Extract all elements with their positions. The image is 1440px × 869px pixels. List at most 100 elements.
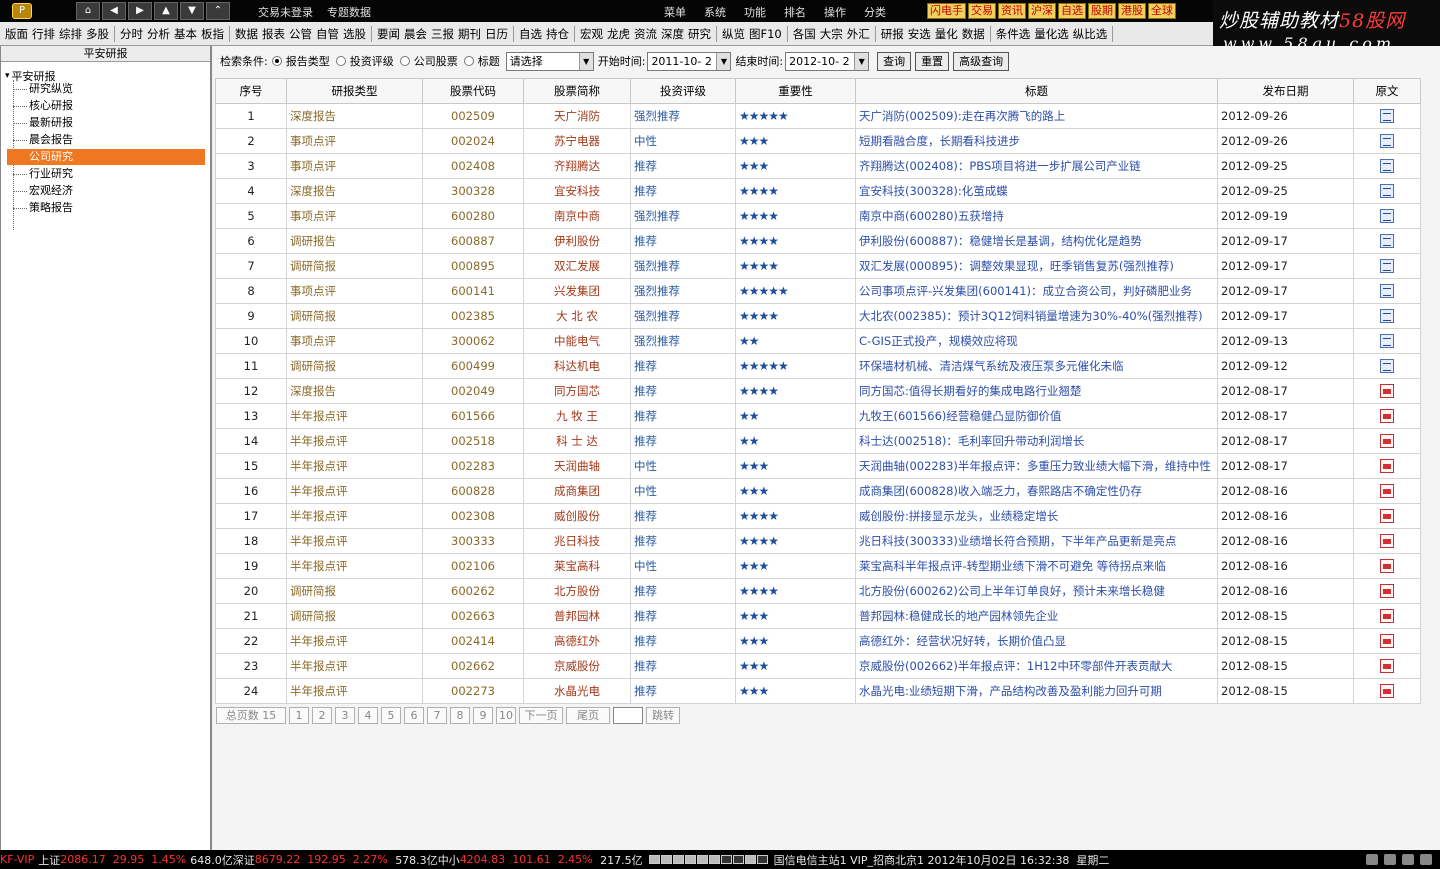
toolbar-button[interactable]: 板指 bbox=[201, 26, 224, 42]
report-type[interactable]: 事项点评 bbox=[286, 278, 423, 304]
report-title[interactable]: 环保墙材机械、清洁煤气系统及液压泵多元催化未临 bbox=[855, 353, 1218, 379]
original-doc-cell[interactable] bbox=[1353, 228, 1421, 254]
toolbar-button[interactable]: 基本 bbox=[174, 26, 197, 42]
server-info[interactable]: 国信电信主站1 VIP_招商北京1 bbox=[774, 852, 924, 868]
radio-circle[interactable] bbox=[399, 56, 410, 66]
report-title[interactable]: 莱宝高科半年报点评-转型期业绩下滑不可避免 等待拐点来临 bbox=[855, 553, 1218, 579]
original-doc-cell[interactable] bbox=[1353, 353, 1421, 379]
report-title[interactable]: 水晶光电:业绩短期下滑，产品结构改善及盈利能力回升可期 bbox=[855, 678, 1218, 704]
toolbar-button[interactable]: 宏观 bbox=[580, 26, 603, 42]
sz-label[interactable]: 深证 bbox=[233, 852, 255, 868]
stock-name[interactable]: 南京中商 bbox=[523, 203, 631, 229]
mail-icon[interactable] bbox=[1366, 854, 1378, 865]
quick-tag[interactable]: 交易 bbox=[968, 3, 996, 19]
original-doc-cell[interactable] bbox=[1353, 503, 1421, 529]
tree-item[interactable]: 行业研究 bbox=[13, 166, 73, 182]
table-row[interactable]: 7 调研简报 000895 双汇发展 强烈推荐 ★★★★ 双汇发展(000895)：调整效果… bbox=[215, 253, 1421, 279]
pdf-icon[interactable] bbox=[1380, 384, 1394, 399]
table-row[interactable]: 15 半年报点评 002283 天润曲轴 中性 ★★★ 天润曲轴(002283)半年报点评：… bbox=[215, 453, 1421, 479]
toolbar-button[interactable]: 日历 bbox=[485, 26, 508, 42]
stock-name[interactable]: 京威股份 bbox=[523, 653, 631, 679]
document-icon[interactable] bbox=[1380, 234, 1394, 249]
toolbar-button[interactable]: 持仓 bbox=[546, 26, 569, 42]
tree-item[interactable]: 晨会报告 bbox=[13, 132, 73, 148]
pdf-icon[interactable] bbox=[1380, 534, 1394, 549]
document-icon[interactable] bbox=[1380, 359, 1394, 374]
toolbar-button[interactable]: 深度 bbox=[661, 26, 684, 42]
report-title[interactable]: 兆日科技(300333)业绩增长符合预期，下半年产品更新是亮点 bbox=[855, 528, 1218, 554]
original-doc-cell[interactable] bbox=[1353, 628, 1421, 654]
original-doc-cell[interactable] bbox=[1353, 478, 1421, 504]
document-icon[interactable] bbox=[1380, 309, 1394, 324]
tree-item[interactable]: 公司研究 bbox=[7, 149, 205, 165]
toolbar-button[interactable]: 数据 bbox=[962, 26, 985, 42]
col-header-no[interactable]: 序号 bbox=[215, 78, 287, 104]
page-number[interactable]: 5 bbox=[381, 707, 401, 724]
report-title[interactable]: 京威股份(002662)半年报点评：1H12中环零部件开表贡献大 bbox=[855, 653, 1218, 679]
document-icon[interactable] bbox=[1380, 284, 1394, 299]
document-icon[interactable] bbox=[1380, 259, 1394, 274]
table-row[interactable]: 14 半年报点评 002518 科 士 达推荐 ★★ 科士达(002518)：毛利率回升带… bbox=[215, 428, 1421, 454]
original-doc-cell[interactable] bbox=[1353, 553, 1421, 579]
col-header-date[interactable]: 发布日期 bbox=[1217, 78, 1354, 104]
page-number[interactable]: 2 bbox=[312, 707, 332, 724]
document-icon[interactable] bbox=[1380, 334, 1394, 349]
report-type[interactable]: 半年报点评 bbox=[286, 553, 423, 579]
stock-name[interactable]: 北方股份 bbox=[523, 578, 631, 604]
toolbar-button[interactable]: 研报 bbox=[881, 26, 904, 42]
chevron-down-icon[interactable]: ▼ bbox=[854, 52, 869, 70]
report-title[interactable]: 同方国芯:值得长期看好的集成电路行业翘楚 bbox=[855, 378, 1218, 404]
page-number[interactable]: 9 bbox=[473, 707, 493, 724]
document-icon[interactable] bbox=[1380, 184, 1394, 199]
table-row[interactable]: 17 半年报点评 002308 威创股份 推荐 ★★★★ 威创股份:拼接显示龙头，业绩稳定增… bbox=[215, 503, 1421, 529]
table-row[interactable]: 13 半年报点评 601566 九 牧 王推荐 ★★ 九牧王(601566)经营稳健凸显防… bbox=[215, 403, 1421, 429]
toolbar-button[interactable]: 纵比选 bbox=[1073, 26, 1108, 42]
page-jump-input[interactable] bbox=[613, 707, 643, 724]
toolbar-button[interactable]: 要闻 bbox=[377, 26, 400, 42]
pdf-icon[interactable] bbox=[1380, 509, 1394, 524]
report-title[interactable]: 威创股份:拼接显示龙头，业绩稳定增长 bbox=[855, 503, 1218, 529]
quick-tag[interactable]: 沪深 bbox=[1028, 3, 1056, 19]
col-header-type[interactable]: 研报类型 bbox=[286, 78, 423, 104]
toolbar-button[interactable]: 自管 bbox=[316, 26, 339, 42]
document-icon[interactable] bbox=[1380, 109, 1394, 124]
report-type[interactable]: 调研简报 bbox=[286, 603, 423, 629]
col-header-rating[interactable]: 投资评级 bbox=[630, 78, 736, 104]
stock-name[interactable]: 天润曲轴 bbox=[523, 453, 631, 479]
report-type[interactable]: 半年报点评 bbox=[286, 478, 423, 504]
toolbar-button[interactable]: 量化 bbox=[935, 26, 958, 42]
stock-name[interactable]: 水晶光电 bbox=[523, 678, 631, 704]
report-type[interactable]: 深度报告 bbox=[286, 103, 423, 129]
report-type[interactable]: 半年报点评 bbox=[286, 678, 423, 704]
table-row[interactable]: 12 深度报告 002049 同方国芯 推荐 ★★★★ 同方国芯:值得长期看好的集成电路行业… bbox=[215, 378, 1421, 404]
original-doc-cell[interactable] bbox=[1353, 678, 1421, 704]
report-title[interactable]: 齐翔腾达(002408)：PBS项目将进一步扩展公司产业链 bbox=[855, 153, 1218, 179]
original-doc-cell[interactable] bbox=[1353, 278, 1421, 304]
next-page-button[interactable]: 下一页 bbox=[519, 707, 563, 724]
toolbar-button[interactable]: 选股 bbox=[343, 26, 366, 42]
toolbar-button[interactable]: 晨会 bbox=[404, 26, 427, 42]
chevron-down-icon[interactable]: ▼ bbox=[716, 52, 731, 70]
tree-item[interactable]: 策略报告 bbox=[13, 200, 73, 216]
stock-name[interactable]: 天广消防 bbox=[523, 103, 631, 129]
radio-circle[interactable] bbox=[271, 56, 282, 66]
report-title[interactable]: 双汇发展(000895)：调整效果显现，旺季销售复苏(强烈推荐) bbox=[855, 253, 1218, 279]
stock-name[interactable]: 大 北 农 bbox=[523, 303, 631, 329]
original-doc-cell[interactable] bbox=[1353, 378, 1421, 404]
original-doc-cell[interactable] bbox=[1353, 178, 1421, 204]
original-doc-cell[interactable] bbox=[1353, 128, 1421, 154]
stock-name[interactable]: 中能电气 bbox=[523, 328, 631, 354]
stock-name[interactable]: 威创股份 bbox=[523, 503, 631, 529]
original-doc-cell[interactable] bbox=[1353, 203, 1421, 229]
table-row[interactable]: 18 半年报点评 300333 兆日科技 推荐 ★★★★ 兆日科技(300333)业绩增长符… bbox=[215, 528, 1421, 554]
collapse-icon[interactable]: ▾ bbox=[5, 71, 10, 81]
report-type[interactable]: 深度报告 bbox=[286, 378, 423, 404]
stock-name[interactable]: 兴发集团 bbox=[523, 278, 631, 304]
radio-title[interactable]: 标题 bbox=[463, 53, 500, 69]
goto-button[interactable]: 跳转 bbox=[646, 707, 680, 724]
toolbar-button[interactable]: 图F10 bbox=[749, 26, 782, 42]
toolbar-button[interactable]: 龙虎 bbox=[607, 26, 630, 42]
toolbar-button[interactable]: 版面 bbox=[5, 26, 28, 42]
page-number[interactable]: 10 bbox=[496, 707, 516, 724]
col-header-code[interactable]: 股票代码 bbox=[422, 78, 524, 104]
